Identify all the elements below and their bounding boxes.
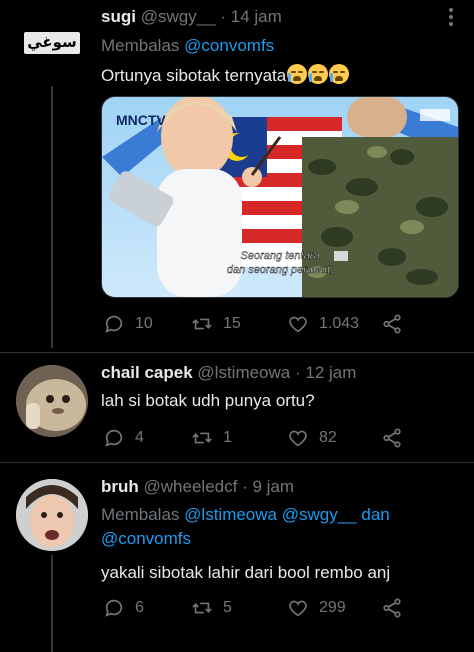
replying-to: Membalas @convomfs (101, 34, 274, 58)
retweet-count: 1 (223, 429, 232, 446)
like-count: 299 (319, 599, 346, 616)
replying-to-label: Membalas (101, 505, 180, 524)
tweet-header: chail capek @lstimeowa · 12 jam (101, 363, 356, 383)
crying-emoji-icon (308, 64, 329, 84)
like-button[interactable]: 82 (287, 426, 337, 450)
face-avatar-image (16, 479, 88, 551)
timestamp[interactable]: 14 jam (231, 7, 282, 26)
tweet-text: lah si botak udh punya ortu? (101, 391, 315, 410)
channel-logo: MNCTV (116, 112, 166, 128)
like-button[interactable]: 299 (287, 596, 346, 620)
retweet-icon (192, 602, 212, 614)
crying-emoji-icon (287, 64, 308, 84)
subtitle-line-2: dan seorang perawat. (227, 264, 333, 276)
reply-button[interactable]: 6 (103, 596, 144, 620)
subtitle-line-1: Seorang tentara (241, 250, 320, 262)
avatar-sugi[interactable]: سوغي (16, 8, 88, 80)
share-icon (383, 314, 401, 334)
display-name[interactable]: chail capek (101, 363, 193, 382)
reply-icon (105, 599, 123, 617)
user-handle[interactable]: @wheeledcf (144, 477, 238, 496)
display-name[interactable]: bruh (101, 477, 139, 496)
retweet-button[interactable]: 1 (191, 426, 232, 450)
thread-line (51, 555, 53, 652)
like-count: 82 (319, 429, 337, 446)
retweet-icon (192, 432, 212, 444)
tweet-header: bruh @wheeledcf · 9 jam (101, 477, 294, 497)
retweet-count: 5 (223, 599, 232, 616)
tweet-media-image[interactable]: MNCTV Seorang tentara dan seorang perawa… (101, 96, 459, 298)
replying-to-label: Membalas (101, 36, 180, 55)
reply-count: 4 (135, 429, 144, 446)
display-name[interactable]: sugi (101, 7, 136, 26)
user-handle[interactable]: @swgy__ (141, 7, 216, 26)
retweet-button[interactable]: 5 (191, 596, 232, 620)
separator: · (242, 477, 248, 496)
like-count: 1.043 (319, 315, 360, 332)
retweet-count: 15 (223, 315, 241, 332)
timestamp[interactable]: 9 jam (252, 477, 294, 496)
mention-link[interactable]: @convomfs (101, 529, 191, 548)
tweet-text-body: Ortunya sibotak ternyata (101, 66, 287, 85)
mention-joiner: dan (361, 505, 390, 524)
mention-link[interactable]: @swgy__ (282, 505, 357, 524)
retweet-icon (192, 318, 212, 330)
timestamp[interactable]: 12 jam (305, 363, 356, 382)
media-illustration: MNCTV Seorang tentara dan seorang perawa… (102, 97, 458, 297)
separator: · (294, 363, 301, 382)
tweet-text: Ortunya sibotak ternyata (101, 64, 350, 86)
reply-count: 6 (135, 599, 144, 616)
tweet-bruh[interactable]: bruh @wheeledcf · 9 jam Membalas @lstime… (0, 463, 474, 652)
tweet-chail-capek[interactable]: chail capek @lstimeowa · 12 jam lah si b… (0, 353, 474, 461)
share-icon (383, 598, 401, 618)
share-button[interactable] (381, 596, 413, 620)
heart-icon (289, 316, 307, 333)
share-button[interactable] (381, 426, 413, 450)
heart-icon (289, 430, 307, 447)
reply-icon (105, 429, 123, 447)
tweet-actions: 6 5 299 (101, 596, 411, 620)
mention-link[interactable]: @convomfs (184, 36, 274, 55)
replying-to: Membalas @lstimeowa @swgy__ dan @convomf… (101, 503, 441, 551)
reply-button[interactable]: 4 (103, 426, 144, 450)
share-icon (383, 428, 401, 448)
thread-line (51, 86, 53, 348)
retweet-button[interactable]: 15 (191, 312, 241, 336)
mention-link[interactable]: @lstimeowa (184, 505, 277, 524)
avatar-arabic-text: سوغي (24, 32, 80, 54)
tweet-sugi[interactable]: سوغي sugi @swgy__ · 14 jam Membalas @con… (0, 0, 474, 350)
crying-emoji-icon (329, 64, 350, 84)
reply-icon (105, 315, 123, 333)
share-button[interactable] (381, 312, 413, 336)
more-options-icon[interactable] (448, 8, 454, 30)
reply-count: 10 (135, 315, 153, 332)
tweet-text: yakali sibotak lahir dari bool rembo anj (101, 563, 391, 582)
like-button[interactable]: 1.043 (287, 312, 359, 336)
tweet-header: sugi @swgy__ · 14 jam (101, 7, 282, 27)
reply-button[interactable]: 10 (103, 312, 153, 336)
tweet-actions: 10 15 1.043 (101, 312, 411, 336)
heart-icon (289, 600, 307, 617)
separator: · (220, 7, 226, 26)
user-handle[interactable]: @lstimeowa (197, 363, 290, 382)
avatar-bruh[interactable] (16, 479, 88, 551)
cat-avatar-image (16, 365, 88, 437)
tweet-actions: 4 1 82 (101, 426, 411, 450)
avatar-chail-capek[interactable] (16, 365, 88, 437)
